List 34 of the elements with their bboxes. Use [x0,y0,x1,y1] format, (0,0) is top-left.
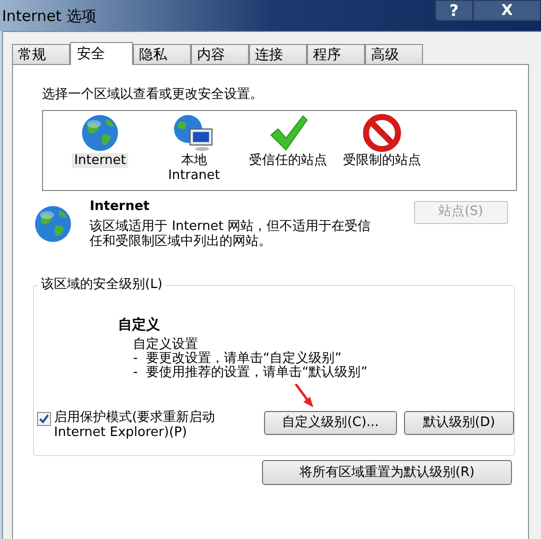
tab[interactable]: 安全 [70,42,133,65]
tab[interactable]: 程序 [307,44,365,64]
checkbox-label: 启用保护模式(要求重新启动 Internet Explorer)(P) [54,410,216,440]
zone-item[interactable]: 受限制的站点 [341,152,423,168]
checkbox[interactable] [37,412,51,426]
level-description: - 要使用推荐的设置，请单击“默认级别” [133,366,368,380]
checkmark-icon [39,414,49,424]
zone-item[interactable]: 受信任的站点 [247,152,329,168]
zone-description: 该区域适用于 Internet 网站，但不适用于在受信任和受限制区域中列出的网站。 [90,219,372,249]
zone-title: Internet [90,198,151,216]
level-button[interactable]: 默认级别(D) [404,411,514,435]
window-title: Internet 选项 [2,6,96,27]
level-description: - 要更改设置，请单击“自定义级别” [133,352,342,366]
help-button[interactable]: ? [435,0,473,21]
level-name: 自定义 [118,316,161,335]
tab[interactable]: 隐私 [133,44,191,64]
tab[interactable]: 常规 [12,44,70,64]
group-legend: 该区域的安全级别(L) [38,277,166,293]
protected-mode-checkbox[interactable]: 启用保护模式(要求重新启动 Internet Explorer)(P) [37,410,257,440]
tab[interactable]: 内容 [191,44,249,64]
annotation-arrow [294,384,314,408]
reset-all-zones-button[interactable]: 将所有区域重置为默认级别(R) [262,460,512,485]
prohibited-icon [362,112,402,152]
close-button[interactable]: X [473,0,541,21]
zone-item[interactable]: 本地 Intranet [166,152,222,182]
instruction-text: 选择一个区域以查看或更改安全设置。 [42,86,264,104]
level-description: 自定义设置 [133,338,198,352]
level-button[interactable]: 自定义级别(C)... [264,411,397,435]
globe-icon [80,112,120,152]
checkmark-icon [268,112,308,152]
tab[interactable]: 连接 [249,44,307,64]
globe-icon [33,204,73,244]
tab[interactable]: 高级 [365,44,423,64]
zone-item[interactable]: Internet [72,152,128,168]
